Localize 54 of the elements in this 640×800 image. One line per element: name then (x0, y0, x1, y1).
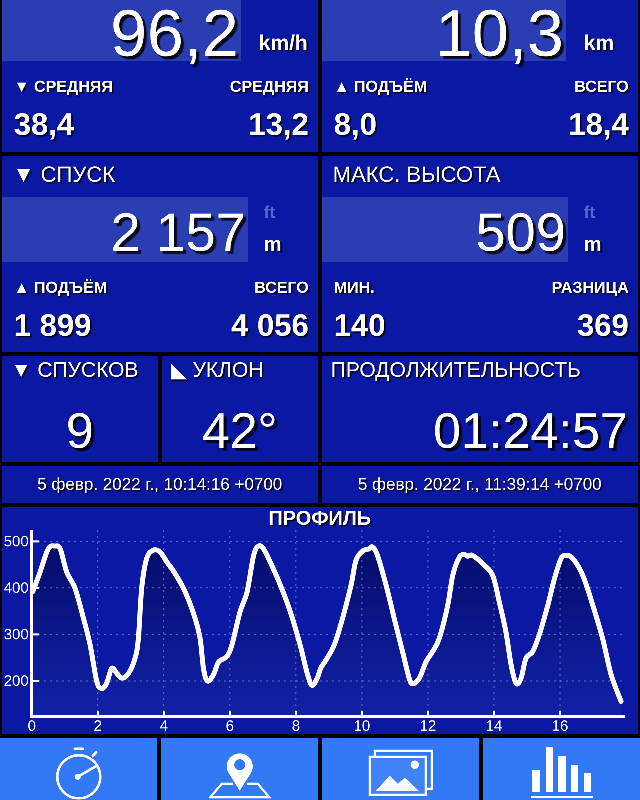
timestamp: 5 февр. 2022 г., 11:39:14 +0700 (358, 474, 602, 494)
x-tick-label: 0 (28, 718, 36, 734)
y-tick-label: 300 (4, 626, 29, 644)
stat-value: 1 899 (14, 309, 92, 343)
stat-label: ВСЕГО (254, 280, 309, 298)
stat-label: РАЗНИЦА (552, 280, 629, 298)
stat-value: 13,2 (248, 108, 309, 142)
x-tick-label: 4 (160, 718, 168, 734)
alt-unit-label: ft (264, 203, 276, 223)
chart-title: ПРОФИЛЬ (268, 508, 372, 530)
stopwatch-tab[interactable] (0, 738, 157, 800)
tile-title: ПРОДОЛЖИТЕЛЬНОСТЬ (330, 358, 582, 384)
y-tick-label: 400 (4, 580, 29, 598)
stopwatch-icon (54, 746, 104, 800)
x-tick-label: 6 (226, 718, 234, 734)
tile-title: ▼ СПУСКОВ (10, 358, 140, 384)
stat-label: СРЕДНЯЯ (230, 79, 309, 97)
card-title: МАКС. ВЫСОТА (332, 161, 502, 188)
photos-tab[interactable] (322, 738, 479, 800)
tile-value: 9 (66, 406, 94, 456)
unit-label: m (264, 234, 282, 256)
stat-value: 18,4 (568, 108, 629, 142)
x-tick-label: 16 (552, 718, 569, 734)
bar-chart-icon (528, 746, 594, 800)
x-tick-label: 2 (94, 718, 102, 734)
unit-label: km (584, 32, 614, 56)
unit-label: m (584, 234, 602, 256)
alt-unit-label: ft (584, 203, 596, 223)
card-title: ▼ СПУСК (12, 161, 116, 188)
x-tick-label: 12 (420, 718, 437, 734)
stat-label: ВСЕГО (574, 79, 629, 97)
unit-label: km/h (258, 32, 308, 56)
chart-tab[interactable] (483, 738, 640, 800)
tile-value: 42° (202, 406, 278, 456)
primary-value: 2 157 (110, 209, 246, 258)
stat-label: ▲ ПОДЪЁМ (334, 79, 428, 97)
tile-value: 01:24:57 (433, 406, 628, 456)
stat-value: 38,4 (14, 108, 74, 142)
stat-label: МИН. (334, 280, 375, 298)
y-tick-label: 200 (4, 673, 29, 690)
timestamp: 5 февр. 2022 г., 10:14:16 +0700 (37, 474, 283, 494)
stat-label: ▼ СРЕДНЯЯ (14, 79, 114, 97)
stat-value: 140 (334, 309, 386, 343)
stat-value: 4 056 (231, 309, 309, 343)
tile-title: ◣ УКЛОН (170, 358, 265, 384)
stat-label: ▲ ПОДЪЁМ (14, 280, 108, 298)
x-tick-label: 10 (354, 718, 370, 734)
y-tick-label: 500 (4, 534, 29, 551)
map-tab[interactable] (161, 738, 318, 800)
x-tick-label: 14 (486, 718, 503, 734)
x-tick-label: 8 (292, 718, 300, 734)
stat-value: 8,0 (334, 108, 378, 142)
stat-value: 369 (577, 309, 629, 343)
primary-value: 509 (476, 209, 566, 258)
